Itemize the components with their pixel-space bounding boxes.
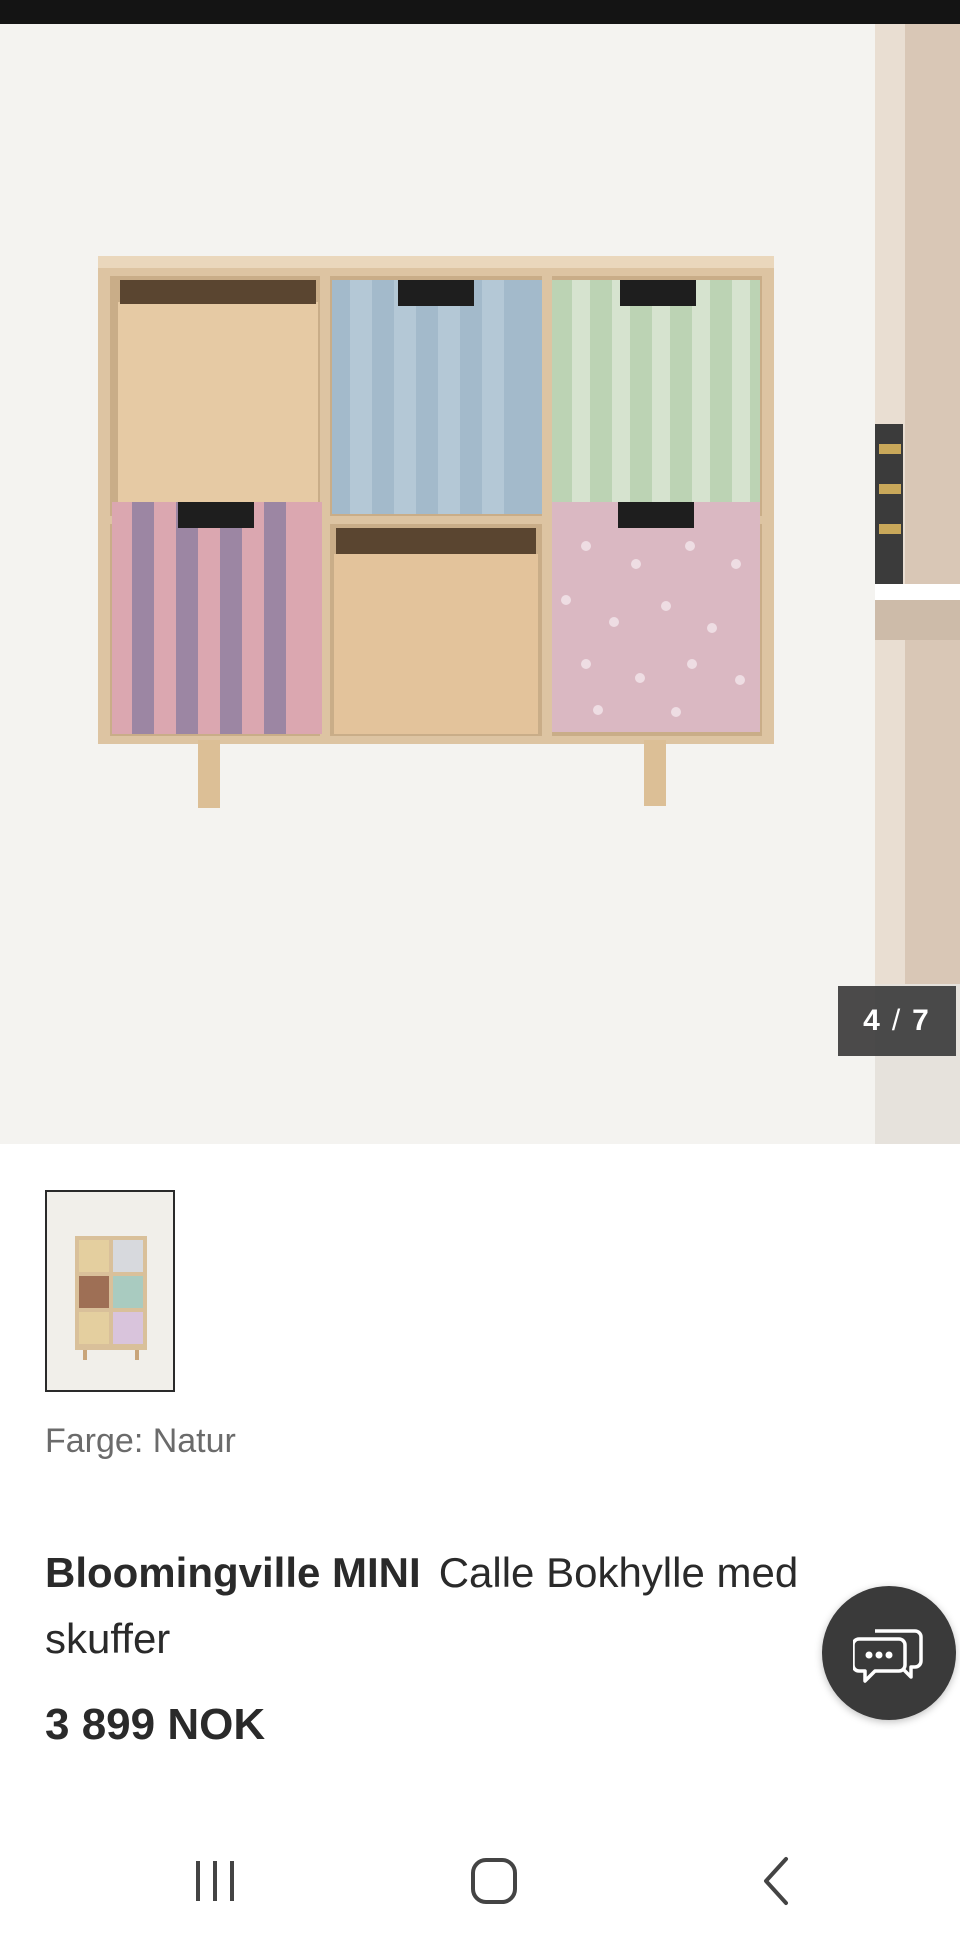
color-variant-thumbnail-image [47, 1192, 173, 1390]
recent-apps-icon [196, 1860, 234, 1901]
color-variant-thumbnail[interactable] [45, 1190, 175, 1392]
product-price: 3 899 NOK [45, 1700, 266, 1749]
image-counter-total: 7 [912, 1004, 931, 1037]
chat-bubbles-icon [853, 1629, 923, 1683]
status-bar [0, 0, 960, 24]
color-label: Farge: Natur [45, 1422, 236, 1460]
product-brand[interactable]: Bloomingville MINI [45, 1549, 421, 1596]
home-button[interactable] [434, 1820, 554, 1941]
chat-button[interactable] [822, 1586, 956, 1720]
product-photo[interactable] [0, 24, 875, 1144]
back-icon [764, 1856, 788, 1905]
product-title: Bloomingville MINI Calle Bokhylle med sku… [45, 1540, 905, 1672]
image-counter-current: 4 [863, 1004, 882, 1037]
home-icon [471, 1857, 517, 1904]
next-photo-preview[interactable] [875, 24, 960, 1144]
back-button[interactable] [716, 1820, 836, 1941]
system-navigation-bar [0, 1820, 960, 1941]
recent-apps-button[interactable] [155, 1820, 275, 1941]
image-counter-separator: / [891, 1004, 903, 1037]
product-image-gallery[interactable]: 4 / 7 [0, 24, 960, 1144]
image-counter: 4 / 7 [838, 986, 956, 1056]
